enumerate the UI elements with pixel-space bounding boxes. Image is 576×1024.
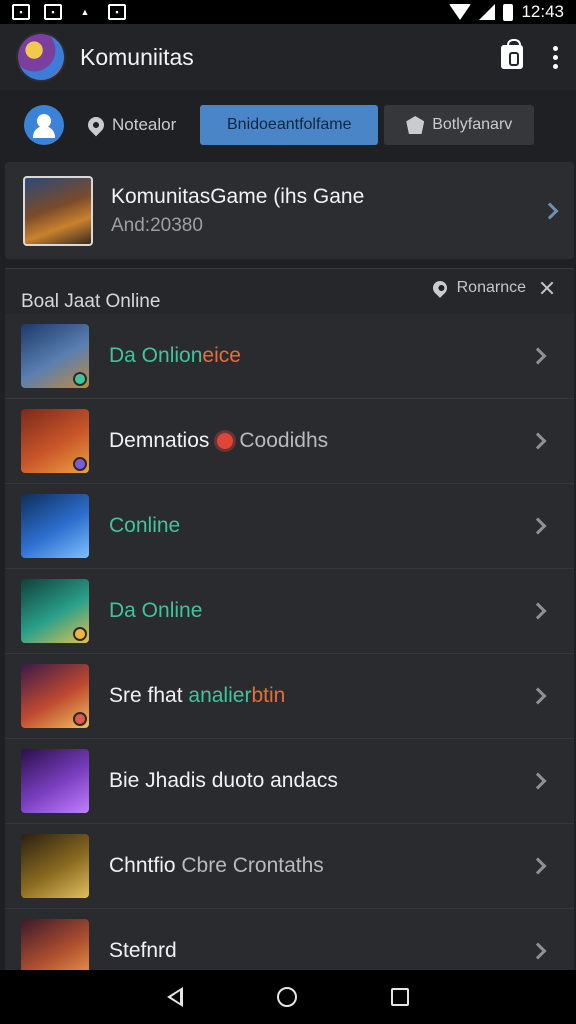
label-part: Stefnrd [109, 939, 177, 962]
label-part: Conline [109, 514, 181, 537]
game-thumbnail [21, 664, 89, 728]
featured-thumbnail [23, 175, 93, 246]
list-item[interactable]: Da Online [5, 569, 574, 654]
list-item-label: Demnatios Coodidhs [109, 429, 328, 453]
game-thumbnail [21, 749, 89, 813]
featured-subtitle: And:20380 [111, 214, 203, 236]
game-thumbnail [21, 834, 89, 898]
list-item[interactable]: Conline [5, 484, 574, 569]
game-list: Da Onlioneice Demnatios Coodidhs Conline Da … [5, 314, 574, 970]
game-thumbnail [21, 409, 89, 473]
label-part: Sre fhat [109, 684, 189, 707]
list-item[interactable]: Stefnrd [5, 909, 574, 970]
list-item-label: Conline [109, 514, 180, 538]
chevron-right-icon [529, 857, 547, 875]
nav-bar [0, 970, 576, 1024]
status-dot [73, 457, 87, 471]
list-item-label: Sre fhat analierbtin [109, 684, 285, 708]
back-icon[interactable] [167, 987, 183, 1007]
chevron-right-icon [529, 942, 547, 960]
user-icon[interactable] [24, 105, 64, 145]
chevron-right-icon [529, 517, 547, 535]
label-part: Chntfio [109, 854, 182, 877]
status-dot [73, 372, 87, 386]
app-title: Komuniitas [80, 43, 194, 70]
game-thumbnail [21, 494, 89, 558]
list-header: Boal Jaat Online Ronarnce [5, 268, 574, 314]
recents-icon[interactable] [391, 988, 409, 1006]
label-part: Da Online [109, 599, 203, 622]
wifi-icon [449, 4, 472, 20]
game-thumbnail [21, 579, 89, 643]
shield-icon [406, 116, 425, 134]
label-part: analier [188, 684, 252, 707]
pin-icon [84, 113, 108, 137]
game-list-panel: Boal Jaat Online Ronarnce Da Onlioneice D… [5, 268, 574, 970]
chevron-right-icon [529, 772, 547, 790]
label-part: eice [202, 344, 241, 367]
label-part: Bie Jhadis duoto andacs [109, 769, 338, 792]
status-bar: ▪ ▪ ▲ ▪ 12:43 [0, 0, 576, 24]
tab-label: Notealor [112, 115, 177, 134]
tab-notealor[interactable]: Notealor [84, 113, 177, 137]
label-part: btin [251, 684, 286, 707]
chevron-right-icon [529, 687, 547, 705]
list-title: Boal Jaat Online [21, 291, 161, 312]
list-item[interactable]: Da Onlioneice [5, 314, 574, 399]
pin-icon [429, 278, 450, 298]
home-notif-icon: ▲ [80, 6, 90, 17]
filter-chip[interactable]: Ronarnce [429, 278, 554, 298]
tab-label: Bnidoeantfolfame [227, 116, 352, 133]
filter-label: Ronarnce [456, 279, 526, 296]
list-item-label: Stefnrd [109, 939, 177, 963]
shop-notif-icon: ▪ [108, 4, 126, 20]
label-part: Coodidhs [239, 429, 329, 452]
list-item[interactable]: Demnatios Coodidhs [5, 399, 574, 484]
tab-label: Botlyfanarv [432, 116, 513, 133]
list-item-label: Chntfio Cbre Crontaths [109, 854, 324, 878]
clock: 12:43 [521, 2, 564, 21]
more-vert-icon[interactable] [553, 45, 558, 69]
tab-active[interactable]: Bnidoeantfolfame [200, 105, 379, 145]
bag-icon[interactable] [501, 39, 523, 69]
chevron-right-icon [529, 602, 547, 620]
list-item-label: Bie Jhadis duoto andacs [109, 769, 338, 793]
notification-icon: ▪ [12, 4, 30, 20]
tab-row: Notealor Bnidoeantfolfame Botlyfanarv [0, 90, 576, 160]
tab-botlyfanarv[interactable]: Botlyfanarv [384, 105, 535, 145]
list-item[interactable]: Bie Jhadis duoto andacs [5, 739, 574, 824]
status-dot [73, 712, 87, 726]
list-item[interactable]: Sre fhat analierbtin [5, 654, 574, 739]
game-thumbnail [21, 324, 89, 388]
list-item-label: Da Online [109, 599, 202, 623]
signal-icon [479, 4, 496, 20]
chevron-right-icon [541, 202, 559, 219]
label-part: Demnatios [109, 429, 210, 452]
featured-title: KomunitasGame (ihs Gane [111, 184, 365, 208]
featured-card[interactable]: KomunitasGame (ihs Gane And:20380 [5, 162, 574, 259]
status-dot [73, 627, 87, 641]
gear-icon [217, 433, 234, 450]
chevron-right-icon [529, 432, 547, 450]
chevron-right-icon [529, 347, 547, 365]
game-thumbnail [21, 919, 89, 970]
label-part: Cbre Crontaths [181, 854, 324, 877]
app-logo-icon[interactable] [18, 34, 64, 80]
app-bar: Komuniitas [0, 24, 576, 90]
battery-icon [503, 3, 514, 21]
home-icon[interactable] [277, 987, 297, 1007]
list-item-label: Da Onlioneice [109, 344, 241, 368]
list-item[interactable]: Chntfio Cbre Crontaths [5, 824, 574, 909]
label-part: Da Onlion [109, 344, 203, 367]
close-icon[interactable] [540, 281, 554, 295]
sd-card-icon: ▪ [44, 4, 62, 20]
